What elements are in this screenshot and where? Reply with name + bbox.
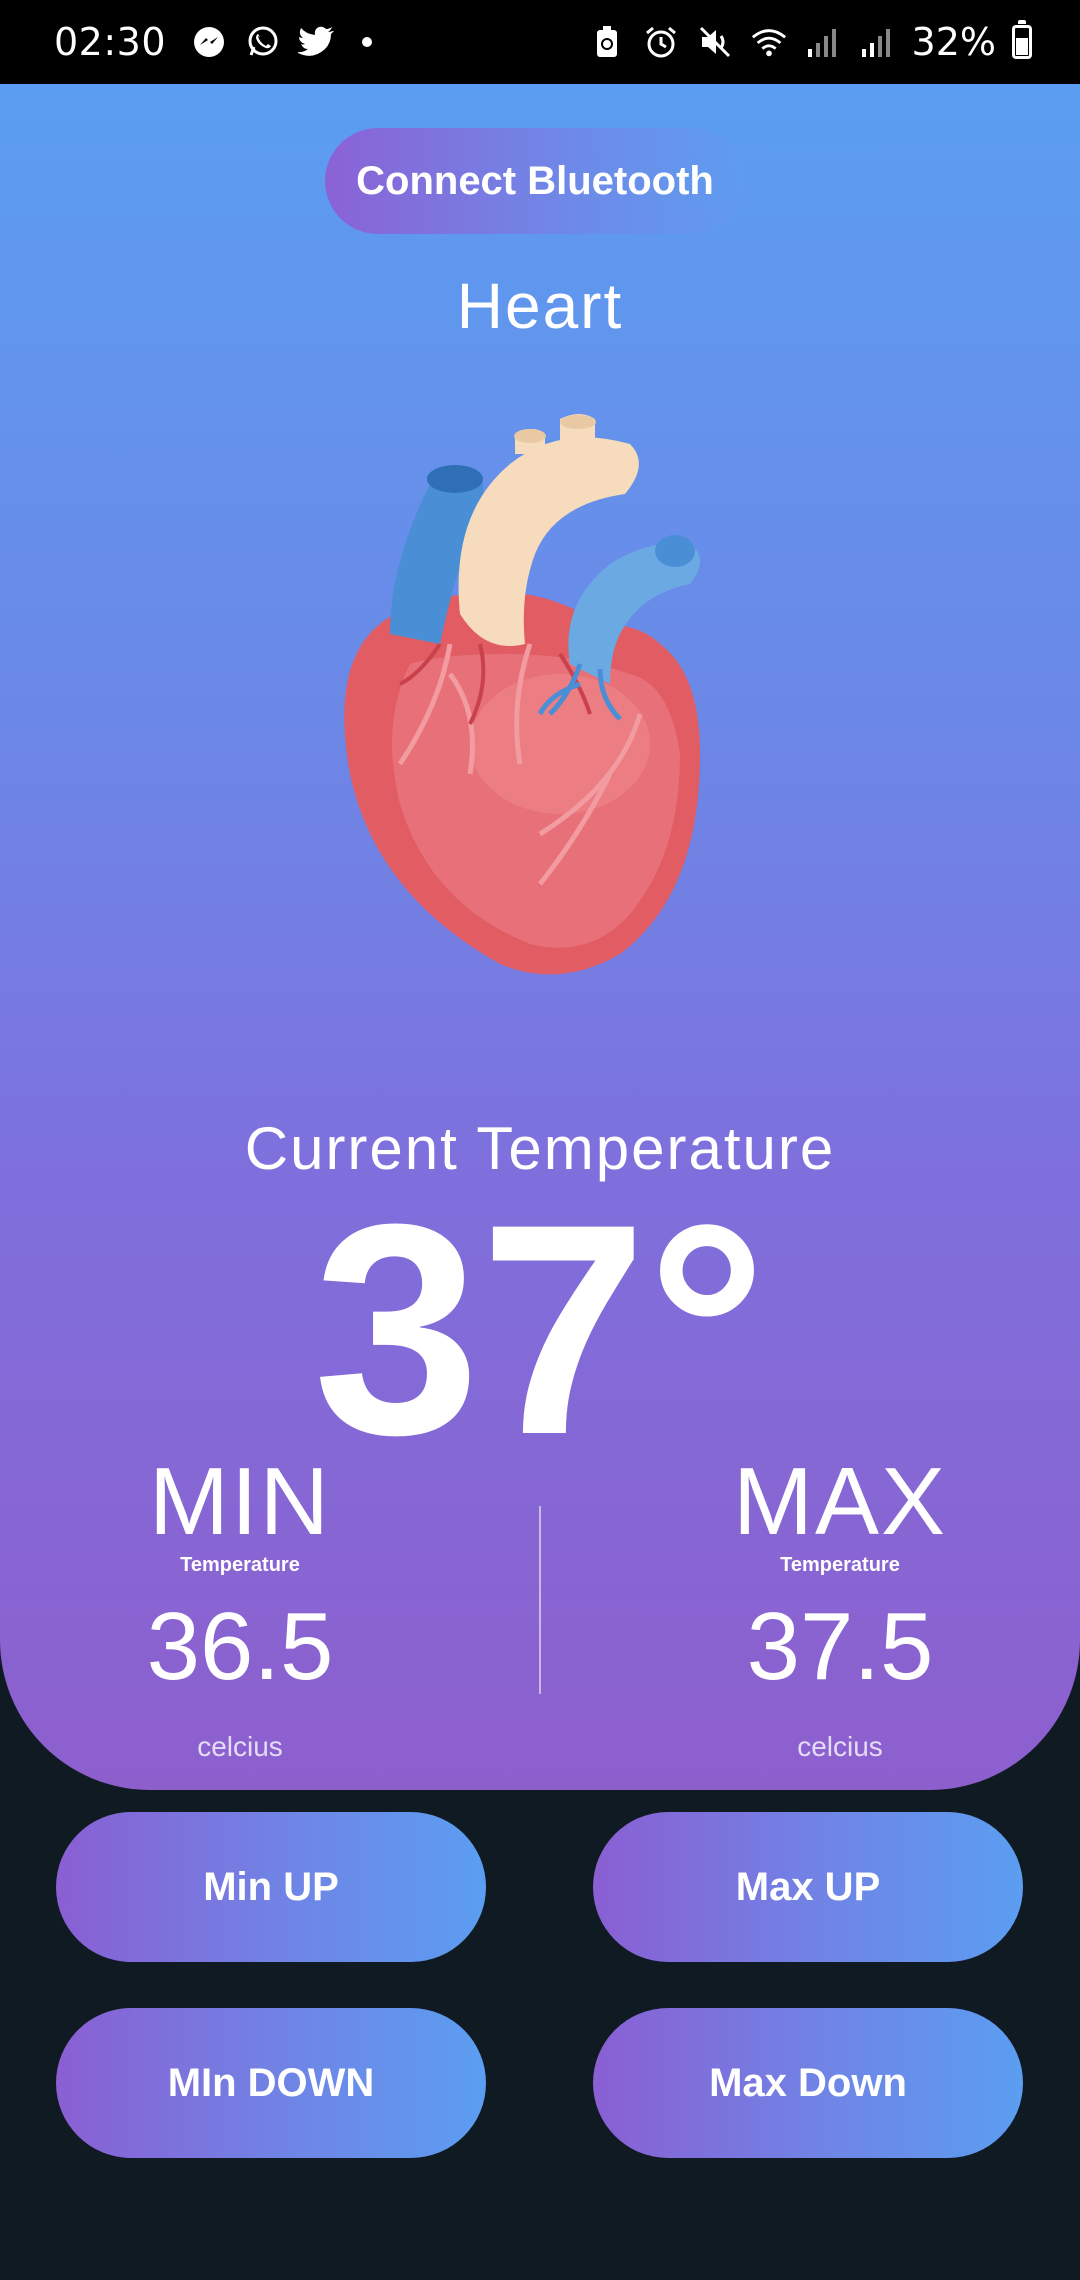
max-value: 37.5 [746,1593,934,1700]
max-label: MAX [732,1448,948,1555]
max-down-button[interactable]: Max Down [593,2008,1023,2158]
battery-icon [1012,20,1032,59]
current-temperature-value: 37° [313,1161,767,1497]
min-sub-label: Temperature [180,1554,300,1576]
max-temperature-panel: MAX Temperature 37.5 celcius [670,1454,1010,1763]
min-label: MIN [149,1448,331,1555]
max-unit: celcius [797,1731,883,1762]
temperature-card: Connect Bluetooth Heart Current Temperat… [0,84,1080,1790]
heart-illustration [344,414,700,975]
battery-percentage: 32% [911,20,996,64]
max-up-button[interactable]: Max UP [593,1812,1023,1962]
mute-icon [696,23,734,61]
stats-divider [539,1506,541,1694]
signal-icon [804,23,842,61]
alarm-icon [642,23,680,61]
page-title: Heart [456,270,624,342]
min-down-button[interactable]: MIn DOWN [56,2008,486,2158]
status-bar-left: 02:30 [54,20,373,64]
status-time: 02:30 [54,20,167,64]
max-sub-label: Temperature [780,1554,900,1576]
wifi-icon [750,23,788,61]
connect-bluetooth-button[interactable]: Connect Bluetooth [325,128,745,234]
min-unit: celcius [197,1731,283,1762]
whatsapp-icon [244,23,282,61]
signal-icon [858,23,896,61]
min-temperature-panel: MIN Temperature 36.5 celcius [70,1454,410,1763]
twitter-icon [298,23,336,61]
min-up-button[interactable]: Min UP [56,1812,486,1962]
min-value: 36.5 [146,1593,334,1700]
more-notifications-dot [362,37,373,47]
status-bar: 02:30 32% [0,0,1080,84]
battery-saver-icon [588,23,626,61]
status-bar-right: 32% [588,20,1032,64]
messenger-icon [190,23,228,61]
